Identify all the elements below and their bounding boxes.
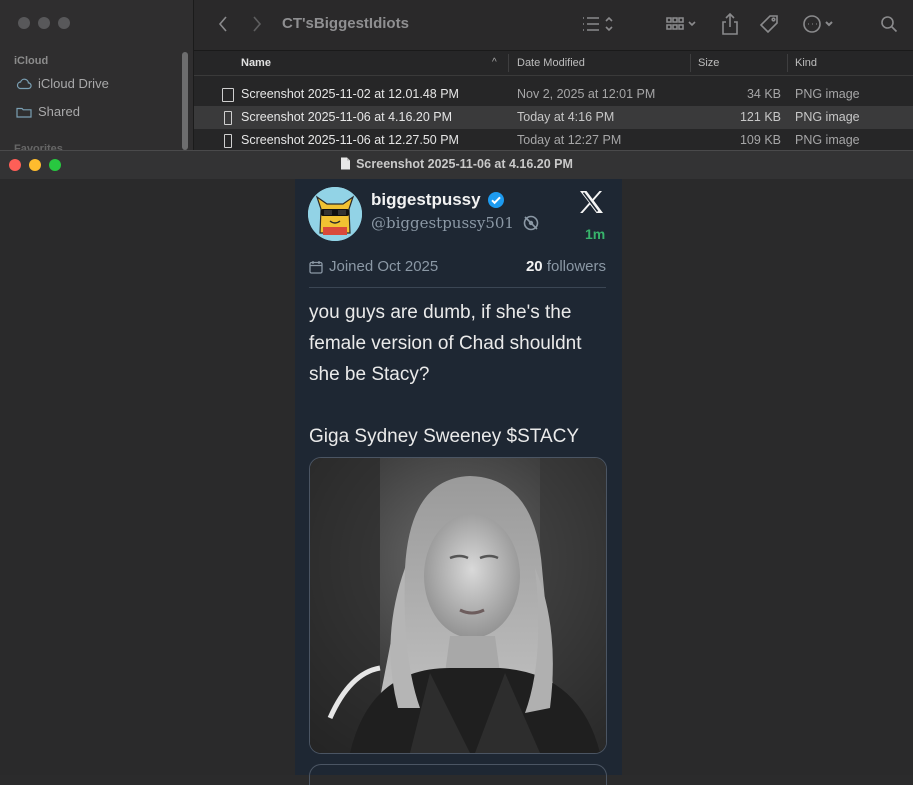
followers-number: 20 [525, 258, 543, 275]
file-date: Nov 2, 2025 at 12:01 PM [517, 87, 656, 101]
sort-ascending-icon: ^ [492, 57, 497, 68]
search-button[interactable] [879, 12, 899, 36]
column-divider [508, 54, 509, 72]
x-logo-icon [578, 190, 604, 219]
group-button[interactable] [664, 12, 702, 36]
followers-count[interactable]: 20 followers [526, 258, 606, 275]
avatar[interactable] [308, 187, 362, 241]
close-button[interactable] [18, 17, 30, 29]
back-button[interactable] [214, 12, 232, 36]
tweet-text: you guys are dumb, if she's the female v… [309, 297, 614, 452]
window-controls [18, 17, 70, 29]
tweet-time: 1m [585, 226, 606, 242]
file-name: Screenshot 2025-11-06 at 12.27.50 PM [241, 133, 459, 147]
column-divider [787, 54, 788, 72]
search-icon [881, 16, 898, 33]
column-divider [690, 54, 691, 72]
file-date: Today at 12:27 PM [517, 133, 622, 147]
file-size: 121 KB [739, 110, 781, 124]
sidebar-item-shared[interactable]: Shared [16, 104, 80, 119]
file-row[interactable]: Screenshot 2025-11-06 at 12.27.50 PM Tod… [194, 129, 913, 152]
sidebar-item-icloud-drive[interactable]: iCloud Drive [16, 76, 109, 91]
finder-window: iCloud iCloud Drive Shared Favorites CT'… [0, 0, 913, 155]
file-size: 34 KB [746, 87, 781, 101]
file-kind: PNG image [795, 110, 860, 124]
column-date-modified[interactable]: Date Modified [517, 57, 585, 69]
column-size[interactable]: Size [698, 57, 719, 69]
joined-text: Joined Oct 2025 [329, 258, 439, 275]
image-file-icon [224, 134, 232, 148]
preview-title-text: Screenshot 2025-11-06 at 4.16.20 PM [356, 157, 573, 171]
sidebar-scrollbar[interactable] [182, 52, 188, 150]
tweet-handle[interactable]: @biggestpussy501 [371, 214, 540, 232]
username-text: biggestpussy [371, 190, 481, 209]
file-kind: PNG image [795, 133, 860, 147]
tweet-username[interactable]: biggestpussy [371, 190, 505, 210]
divider [309, 287, 606, 288]
image-file-icon [222, 88, 234, 102]
file-row-selected[interactable]: Screenshot 2025-11-06 at 4.16.20 PM Toda… [194, 106, 913, 129]
minimize-button[interactable] [38, 17, 50, 29]
tweet-line: female version of Chad shouldnt [309, 333, 582, 354]
file-kind: PNG image [795, 87, 860, 101]
document-icon [341, 157, 351, 170]
tag-icon [759, 15, 778, 34]
file-size: 109 KB [739, 133, 781, 147]
shared-folder-icon [16, 107, 32, 118]
image-file-icon [224, 111, 232, 125]
verified-badge-icon [487, 192, 504, 208]
sidebar-section-icloud: iCloud [14, 55, 49, 67]
eye-off-icon [523, 215, 539, 231]
file-name: Screenshot 2025-11-06 at 4.16.20 PM [241, 110, 453, 124]
more-actions-button[interactable] [802, 12, 838, 36]
ellipsis-circle-icon [803, 15, 833, 33]
column-kind[interactable]: Kind [795, 57, 817, 69]
file-date: Today at 4:16 PM [517, 110, 615, 124]
tweet-card: biggestpussy @biggestpussy501 1m Joined … [295, 179, 622, 785]
grid-group-icon [666, 17, 696, 30]
column-name[interactable]: Name [241, 57, 271, 69]
calendar-icon [309, 260, 323, 274]
tweet-line: you guys are dumb, if she's the [309, 302, 572, 323]
tweet-line [309, 390, 614, 421]
share-icon [722, 13, 738, 35]
zoom-button[interactable] [58, 17, 70, 29]
handle-text: @biggestpussy501 [371, 214, 514, 232]
finder-toolbar: CT'sBiggestIdiots [194, 0, 913, 51]
cloud-icon [16, 78, 32, 89]
sidebar-item-label: Shared [38, 104, 80, 119]
tweet-line: Giga Sydney Sweeney $STACY [309, 426, 580, 447]
sidebar-item-label: iCloud Drive [38, 76, 109, 91]
portrait-photo [310, 458, 606, 753]
list-view-icon [583, 16, 613, 32]
cat-avatar-icon [308, 187, 362, 241]
finder-sidebar: iCloud iCloud Drive Shared Favorites [0, 0, 194, 155]
chevron-right-icon [253, 16, 262, 32]
share-button[interactable] [719, 12, 741, 36]
folder-title: CT'sBiggestIdiots [282, 15, 409, 32]
forward-button[interactable] [248, 12, 266, 36]
followers-label: followers [546, 258, 606, 275]
file-row[interactable]: Screenshot 2025-11-02 at 12.01.48 PM Nov… [194, 83, 913, 106]
chevron-left-icon [218, 16, 227, 32]
file-name: Screenshot 2025-11-02 at 12.01.48 PM [241, 87, 459, 101]
joined-date: Joined Oct 2025 [309, 258, 438, 275]
tweet-line: she be Stacy? [309, 364, 430, 385]
preview-window-title: Screenshot 2025-11-06 at 4.16.20 PM [0, 157, 913, 171]
view-list-button[interactable] [581, 12, 619, 36]
tag-button[interactable] [757, 12, 781, 36]
column-header: Name ^ Date Modified Size Kind [194, 51, 913, 76]
tweet-photo[interactable] [309, 457, 607, 754]
preview-titlebar: Screenshot 2025-11-06 at 4.16.20 PM [0, 150, 913, 180]
